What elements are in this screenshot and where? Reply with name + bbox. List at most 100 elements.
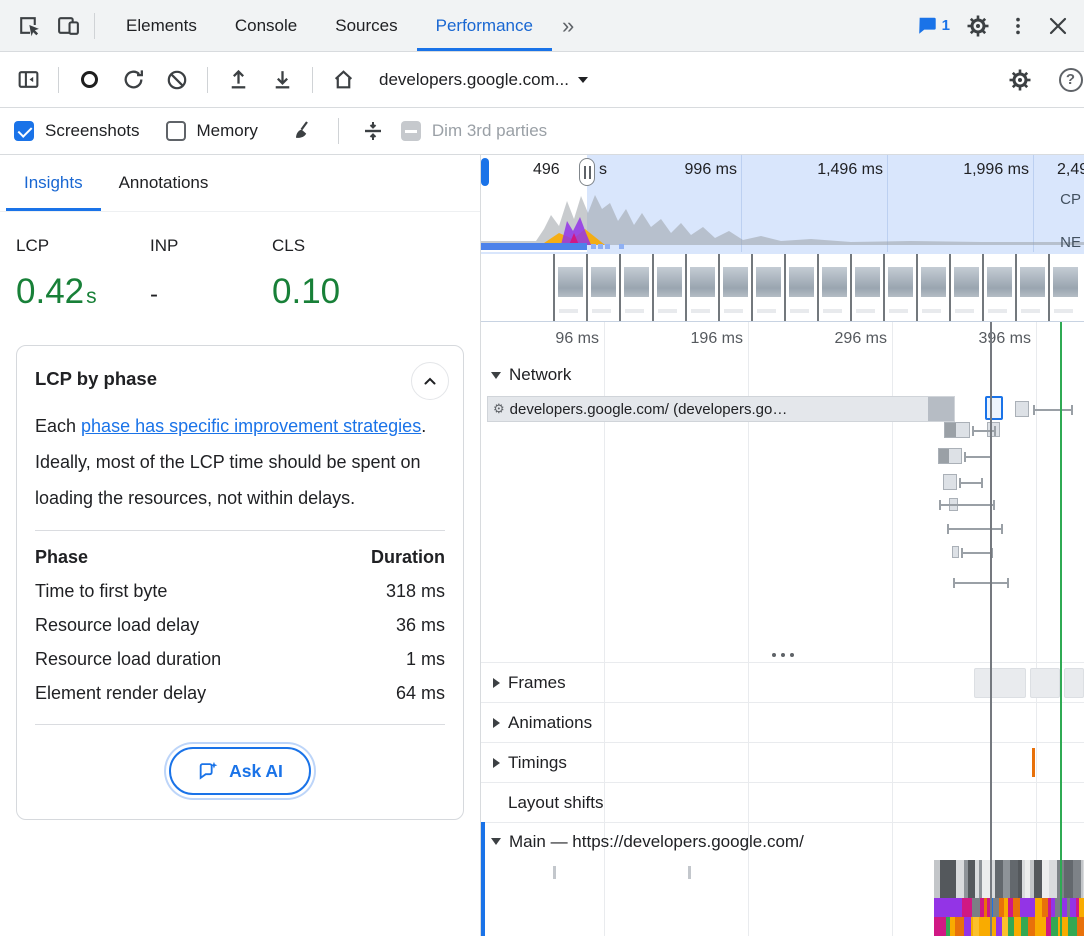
filmstrip-screenshot[interactable] xyxy=(850,254,883,321)
record-button[interactable] xyxy=(69,60,109,100)
phase-duration: 318 ms xyxy=(328,574,445,608)
filmstrip-screenshot[interactable] xyxy=(481,254,553,321)
track-network-header[interactable]: Network xyxy=(481,358,1084,392)
load-profile-button[interactable] xyxy=(218,60,258,100)
screenshot-detail xyxy=(757,309,776,313)
devtools-tabbar: ElementsConsoleSourcesPerformance » 1 xyxy=(0,0,1084,52)
screenshot-image xyxy=(954,267,979,297)
screenshot-detail xyxy=(922,309,941,313)
close-devtools-button[interactable] xyxy=(1038,6,1078,46)
filmstrip-screenshot[interactable] xyxy=(784,254,817,321)
network-timing-whisker xyxy=(961,552,993,554)
filmstrip-screenshot[interactable] xyxy=(982,254,1015,321)
network-activity-chip xyxy=(598,244,603,249)
save-profile-button[interactable] xyxy=(262,60,302,100)
network-request-mini[interactable] xyxy=(1015,401,1029,417)
track-layout-shifts-header[interactable]: Layout shifts xyxy=(481,782,1084,822)
clear-icon xyxy=(165,68,189,92)
download-icon xyxy=(270,67,295,92)
metric-label: CLS xyxy=(272,236,406,256)
screenshot-detail xyxy=(559,309,578,313)
filmstrip-screenshot[interactable] xyxy=(1048,254,1081,321)
network-request-mini[interactable] xyxy=(938,448,962,464)
network-track-resize-handle[interactable] xyxy=(772,653,794,657)
selection-left-handle[interactable] xyxy=(481,158,489,186)
filmstrip-screenshot[interactable] xyxy=(553,254,586,321)
more-options-button[interactable] xyxy=(998,6,1038,46)
selected-event-highlight[interactable] xyxy=(985,396,1003,420)
tab-sources[interactable]: Sources xyxy=(316,0,416,51)
filmstrip-screenshot[interactable] xyxy=(1015,254,1048,321)
more-panels-button[interactable]: » xyxy=(552,13,584,39)
phase-duration-table: Phase Duration Time to first byte318 msR… xyxy=(35,541,445,710)
network-request-mini[interactable] xyxy=(943,474,957,490)
frame-thumbnail xyxy=(1030,668,1060,698)
tab-performance[interactable]: Performance xyxy=(417,0,552,51)
network-timing-whisker xyxy=(953,582,1009,584)
collapse-flame-chart-button[interactable] xyxy=(353,111,393,151)
filmstrip-screenshot[interactable] xyxy=(883,254,916,321)
memory-checkbox[interactable]: Memory xyxy=(166,121,258,141)
filmstrip xyxy=(481,254,1084,321)
tab-console[interactable]: Console xyxy=(216,0,316,51)
screenshots-checkbox[interactable]: Screenshots xyxy=(14,121,140,141)
collapse-card-button[interactable] xyxy=(411,362,449,400)
phase-duration: 1 ms xyxy=(328,642,445,676)
ruler-time-label: 196 ms xyxy=(691,330,743,348)
kebab-menu-icon xyxy=(1007,15,1029,37)
phase-name: Time to first byte xyxy=(35,574,328,608)
filmstrip-screenshot[interactable] xyxy=(586,254,619,321)
track-frames-header[interactable]: Frames xyxy=(481,662,1084,702)
screenshot-detail xyxy=(823,309,842,313)
message-count: 1 xyxy=(942,17,950,34)
selection-right-handle[interactable] xyxy=(579,158,595,186)
ask-ai-button[interactable]: Ask AI xyxy=(169,747,311,795)
phase-name: Resource load duration xyxy=(35,642,328,676)
track-label: Animations xyxy=(508,713,592,733)
network-request-mini[interactable] xyxy=(952,546,959,558)
toggle-device-toolbar-button[interactable] xyxy=(48,6,88,46)
filmstrip-screenshot[interactable] xyxy=(817,254,850,321)
help-icon: ? xyxy=(1059,68,1083,92)
console-messages-button[interactable]: 1 xyxy=(908,6,958,46)
timeline-overview-minimap[interactable]: 996 ms1,496 ms1,996 ms2,49 496 s CP NE xyxy=(481,155,1084,322)
screenshot-image xyxy=(657,267,682,297)
inspect-element-button[interactable] xyxy=(8,6,48,46)
track-animations-header[interactable]: Animations xyxy=(481,702,1084,742)
screenshot-image xyxy=(624,267,649,297)
toggle-sidebar-button[interactable] xyxy=(8,60,48,100)
main-flame-chart[interactable] xyxy=(481,860,1084,936)
record-and-reload-button[interactable] xyxy=(113,60,153,100)
page-selector-dropdown[interactable]: developers.google.com... xyxy=(379,70,588,90)
track-timings-header[interactable]: Timings xyxy=(481,742,1084,782)
dim-third-parties-checkbox[interactable]: Dim 3rd parties xyxy=(401,121,547,141)
track-label: Main — https://developers.google.com/ xyxy=(509,832,804,852)
improvement-strategies-link[interactable]: phase has specific improvement strategie… xyxy=(81,416,421,436)
tab-elements[interactable]: Elements xyxy=(107,0,216,51)
minimap-time-label: 1,496 ms xyxy=(817,161,883,179)
track-main-header[interactable]: Main — https://developers.google.com/ xyxy=(481,822,1084,860)
collect-garbage-button[interactable] xyxy=(284,111,324,151)
filmstrip-screenshot[interactable] xyxy=(916,254,949,321)
sidebar-tab-annotations[interactable]: Annotations xyxy=(101,155,227,211)
filmstrip-screenshot[interactable] xyxy=(751,254,784,321)
capture-settings-button[interactable] xyxy=(1000,60,1040,100)
card-description: Each phase has specific improvement stra… xyxy=(35,408,445,516)
help-button[interactable]: ? xyxy=(1044,60,1084,100)
filmstrip-screenshot[interactable] xyxy=(619,254,652,321)
sidebar-tab-insights[interactable]: Insights xyxy=(6,155,101,211)
network-request-mini[interactable] xyxy=(944,422,970,438)
filmstrip-screenshot[interactable] xyxy=(949,254,982,321)
filmstrip-screenshot[interactable] xyxy=(652,254,685,321)
live-metrics-home-button[interactable] xyxy=(323,60,363,100)
card-title: LCP by phase xyxy=(35,368,445,390)
clear-recording-button[interactable] xyxy=(157,60,197,100)
screenshot-detail xyxy=(691,309,710,313)
network-request-label: developers.google.com/ (developers.go… xyxy=(510,401,788,418)
network-request-bar[interactable]: ⚙ developers.google.com/ (developers.go… xyxy=(487,396,955,422)
memory-label: Memory xyxy=(197,121,258,141)
filmstrip-screenshot[interactable] xyxy=(685,254,718,321)
filmstrip-screenshot[interactable] xyxy=(718,254,751,321)
favicon-gear-icon: ⚙ xyxy=(493,401,505,417)
settings-button[interactable] xyxy=(958,6,998,46)
